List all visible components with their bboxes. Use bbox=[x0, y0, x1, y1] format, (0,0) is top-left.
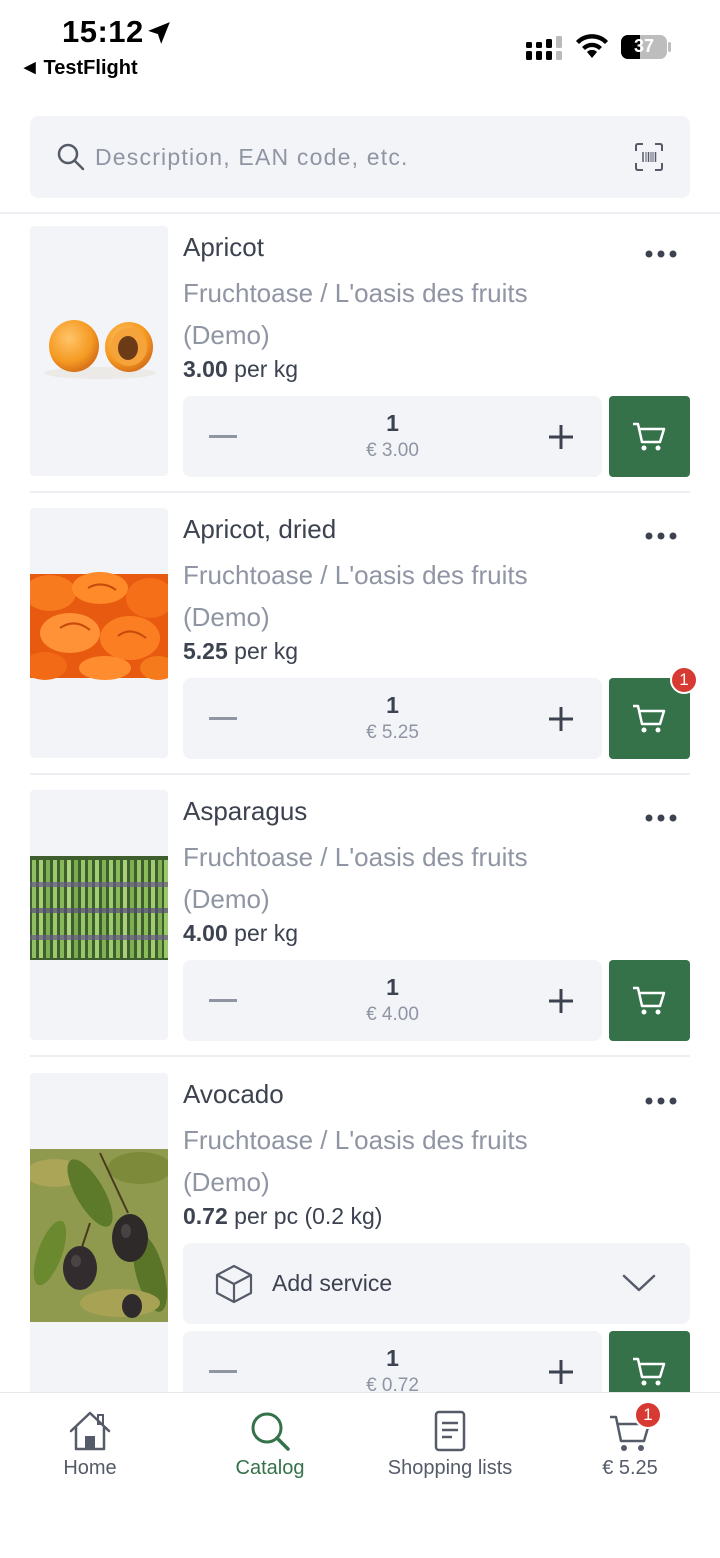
product-price: 0.72 per pc (0.2 kg) bbox=[183, 1203, 382, 1230]
line-total: € 5.25 bbox=[366, 722, 419, 743]
quantity-value[interactable]: 1 bbox=[183, 974, 602, 1001]
price-value: 0.72 bbox=[183, 1203, 228, 1229]
divider bbox=[30, 1055, 690, 1057]
avocado-image bbox=[30, 1149, 168, 1322]
quantity-stepper: 1 € 3.00 bbox=[183, 396, 602, 477]
product-supplier: Fruchtoase / L'oasis des fruits (Demo) bbox=[183, 1125, 528, 1197]
product-name[interactable]: Apricot, dried bbox=[183, 514, 336, 545]
quantity-value[interactable]: 1 bbox=[183, 692, 602, 719]
line-total: € 4.00 bbox=[366, 1004, 419, 1025]
battery-icon: 37 bbox=[620, 34, 672, 60]
nav-shopping-lists-label: Shopping lists bbox=[387, 1457, 513, 1479]
price-value: 3.00 bbox=[183, 356, 228, 382]
add-to-cart-button[interactable]: 1 bbox=[609, 666, 698, 759]
product-supplier: Fruchtoase / L'oasis des fruits (Demo) bbox=[183, 560, 528, 632]
package-icon bbox=[215, 1264, 253, 1304]
nav-cart[interactable]: 1 € 5.25 bbox=[540, 1393, 720, 1503]
price-value: 4.00 bbox=[183, 920, 228, 946]
quantity-value[interactable]: 1 bbox=[183, 410, 602, 437]
cart-count-badge: 1 bbox=[670, 666, 698, 694]
quantity-stepper: 1 € 4.00 bbox=[183, 960, 602, 1041]
increase-button[interactable] bbox=[547, 987, 575, 1015]
line-total: € 0.72 bbox=[366, 1375, 419, 1392]
add-to-cart-button[interactable] bbox=[609, 960, 690, 1041]
line-total: € 3.00 bbox=[366, 440, 419, 461]
dried-apricot-image bbox=[30, 572, 168, 680]
product-name[interactable]: Apricot bbox=[183, 232, 264, 263]
back-app-label: TestFlight bbox=[43, 57, 138, 79]
chevron-down-icon bbox=[622, 1274, 656, 1292]
product-card[interactable]: Apricot, dried Fruchtoase / L'oasis des … bbox=[30, 508, 698, 759]
increase-button[interactable] bbox=[547, 1358, 575, 1386]
search-icon bbox=[251, 1412, 290, 1451]
product-image[interactable] bbox=[30, 790, 168, 1040]
product-name[interactable]: Asparagus bbox=[183, 796, 307, 827]
wifi-icon bbox=[576, 34, 608, 58]
product-card[interactable]: Apricot Fruchtoase / L'oasis des fruits … bbox=[30, 226, 690, 477]
product-price: 4.00 per kg bbox=[183, 920, 298, 947]
product-card[interactable]: Avocado Fruchtoase / L'oasis des fruits … bbox=[30, 1073, 690, 1392]
divider bbox=[30, 491, 690, 493]
increase-button[interactable] bbox=[547, 423, 575, 451]
product-image[interactable] bbox=[30, 508, 168, 758]
product-name[interactable]: Avocado bbox=[183, 1079, 284, 1110]
location-arrow-icon bbox=[148, 22, 170, 44]
price-unit: per kg bbox=[234, 356, 299, 382]
add-to-cart-button[interactable] bbox=[609, 396, 690, 477]
cart-icon bbox=[633, 704, 666, 733]
nav-home-label: Home bbox=[63, 1457, 117, 1479]
barcode-scan-icon[interactable] bbox=[634, 142, 664, 172]
nav-home[interactable]: Home bbox=[0, 1393, 180, 1503]
more-options-icon[interactable] bbox=[643, 1093, 679, 1109]
product-image[interactable] bbox=[30, 1073, 168, 1392]
home-icon bbox=[69, 1411, 111, 1451]
cart-icon bbox=[633, 422, 666, 451]
battery-level: 37 bbox=[633, 36, 655, 56]
divider bbox=[30, 773, 690, 775]
product-card[interactable]: Asparagus Fruchtoase / L'oasis des fruit… bbox=[30, 790, 690, 1041]
search-input[interactable]: Description, EAN code, etc. bbox=[95, 144, 409, 171]
apricot-image bbox=[44, 320, 156, 379]
product-image[interactable] bbox=[30, 226, 168, 476]
asparagus-image bbox=[30, 856, 168, 960]
status-bar: 15:12 ◀ TestFlight 37 bbox=[0, 0, 720, 100]
more-options-icon[interactable] bbox=[643, 810, 679, 826]
nav-cart-total: € 5.25 bbox=[602, 1457, 658, 1479]
cart-icon bbox=[633, 986, 666, 1015]
more-options-icon[interactable] bbox=[643, 246, 679, 262]
price-value: 5.25 bbox=[183, 638, 228, 664]
cellular-signal-icon bbox=[526, 36, 562, 60]
search-bar[interactable]: Description, EAN code, etc. bbox=[30, 116, 690, 198]
product-price: 5.25 per kg bbox=[183, 638, 298, 665]
bottom-navigation: Home Catalog Shopping lists 1 € 5.25 bbox=[0, 1392, 720, 1558]
price-unit: per pc (0.2 kg) bbox=[234, 1203, 383, 1229]
quantity-value[interactable]: 1 bbox=[183, 1345, 602, 1372]
list-icon bbox=[434, 1410, 466, 1452]
back-triangle-icon: ◀ bbox=[24, 59, 36, 76]
price-unit: per kg bbox=[234, 638, 299, 664]
quantity-stepper: 1 € 5.25 bbox=[183, 678, 602, 759]
product-supplier: Fruchtoase / L'oasis des fruits (Demo) bbox=[183, 842, 528, 914]
nav-catalog-label: Catalog bbox=[235, 1457, 305, 1479]
price-unit: per kg bbox=[234, 920, 299, 946]
nav-shopping-lists[interactable]: Shopping lists bbox=[360, 1393, 540, 1503]
more-options-icon[interactable] bbox=[643, 528, 679, 544]
add-service-dropdown[interactable]: Add service bbox=[183, 1243, 690, 1324]
nav-catalog[interactable]: Catalog bbox=[180, 1393, 360, 1503]
increase-button[interactable] bbox=[547, 705, 575, 733]
divider bbox=[0, 212, 720, 214]
back-to-app-link[interactable]: ◀ TestFlight bbox=[24, 57, 138, 80]
add-service-label: Add service bbox=[272, 1270, 393, 1296]
cart-icon bbox=[633, 1357, 666, 1386]
add-to-cart-button[interactable] bbox=[609, 1331, 690, 1392]
search-icon bbox=[57, 143, 85, 171]
product-price: 3.00 per kg bbox=[183, 356, 298, 383]
product-supplier: Fruchtoase / L'oasis des fruits (Demo) bbox=[183, 278, 528, 350]
cart-count-badge: 1 bbox=[634, 1401, 662, 1429]
clock: 15:12 bbox=[62, 14, 144, 49]
quantity-stepper: 1 € 0.72 bbox=[183, 1331, 602, 1392]
